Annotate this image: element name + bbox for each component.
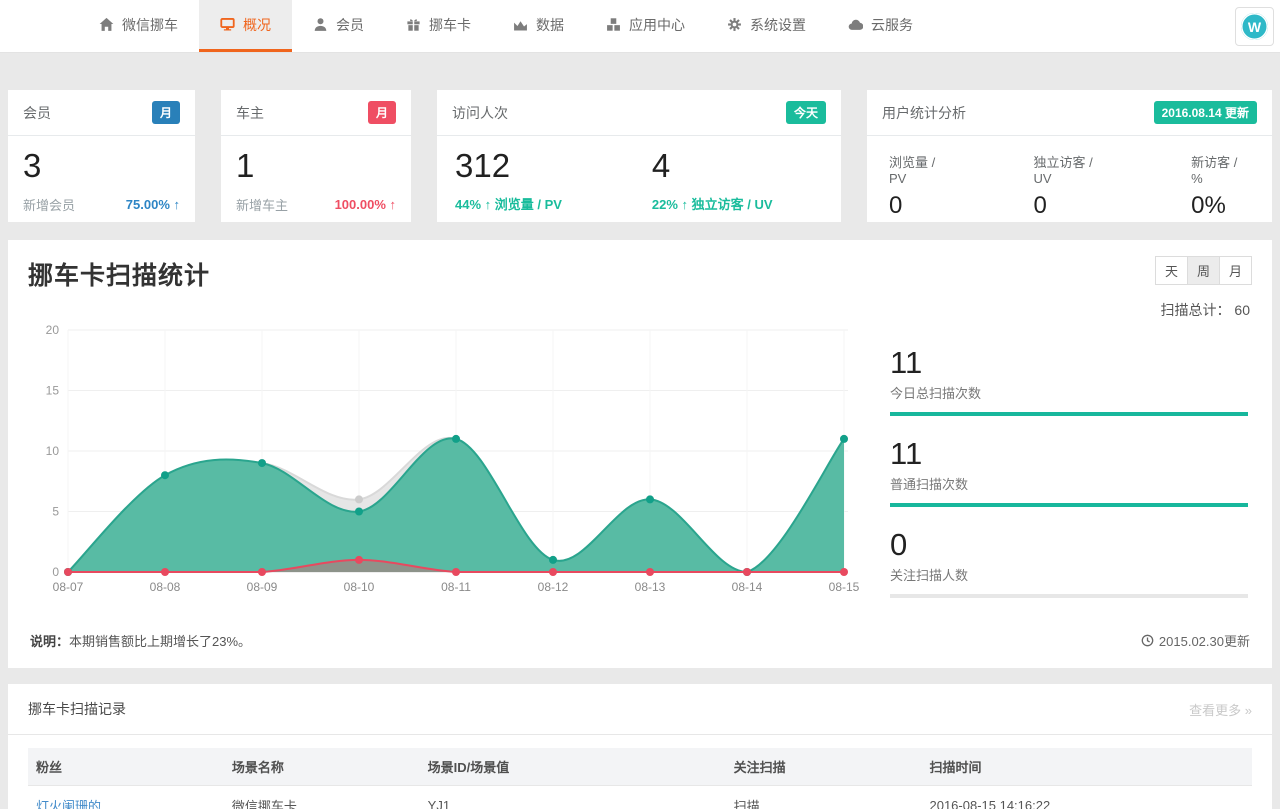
owners-card: 车主 月 1 新增车主 100.00% ↑ [221,90,411,222]
members-count: 3 [23,146,180,186]
account-logo-button[interactable]: W [1235,7,1274,46]
nav-item-label: 数据 [536,15,564,35]
svg-text:15: 15 [46,384,60,398]
table-row: 灯火阑珊的 微信挪车卡 YJ1 扫描 2016-08-15 14:16:22 [28,786,1252,809]
chart-area-icon [513,17,528,32]
range-week-button[interactable]: 周 [1187,256,1220,285]
cubes-icon [606,17,621,32]
panel-title: 挪车卡扫描统计 [28,256,210,292]
gear-icon [727,17,742,32]
svg-text:08-13: 08-13 [635,580,666,594]
owners-label: 新增车主 [236,195,288,214]
uv-count: 4 [652,146,773,186]
card-title: 会员 [23,103,51,123]
stat-cards-row: 会员 月 3 新增会员 75.00% ↑ 车主 月 1 新增车主 100.00%… [8,90,1272,222]
nav-item-app-center[interactable]: 应用中心 [585,0,706,52]
scan-records-panel: 挪车卡扫描记录 查看更多 » 粉丝 场景名称 场景ID/场景值 关注扫描 扫描时… [8,684,1272,809]
card-title: 访问人次 [452,103,508,123]
user-analytics-card: 用户统计分析 2016.08.14 更新 浏览量 / PV 0 独立访客 / U… [867,90,1272,222]
chart-note: 说明：本期销售额比上期增长了23%。 [30,631,251,650]
monitor-icon [220,17,235,32]
svg-text:08-10: 08-10 [344,580,375,594]
range-month-button[interactable]: 月 [1219,256,1252,285]
nav-item-members[interactable]: 会员 [292,0,385,52]
members-percent: 75.00% ↑ [126,197,180,212]
user-icon [313,17,328,32]
records-title: 挪车卡扫描记录 [28,699,126,719]
svg-text:08-12: 08-12 [538,580,569,594]
svg-text:08-14: 08-14 [732,580,763,594]
period-badge: 月 [152,101,180,124]
nav-item-label: 会员 [336,15,364,35]
home-icon [99,17,114,32]
nav-item-label: 概况 [243,15,271,35]
nav-item-overview[interactable]: 概况 [199,0,292,52]
nav-item-settings[interactable]: 系统设置 [706,0,827,52]
svg-text:5: 5 [52,505,59,519]
updated-badge: 2016.08.14 更新 [1154,101,1257,124]
pv-label: 44% ↑ 浏览量 / PV [455,194,562,213]
cloud-icon [848,17,863,32]
svg-text:20: 20 [46,323,60,337]
svg-text:0: 0 [52,565,59,579]
fan-link[interactable]: 灯火阑珊的 [28,786,224,809]
nav-item-label: 系统设置 [750,15,806,35]
range-day-button[interactable]: 天 [1155,256,1188,285]
progress-bar [890,412,1248,416]
svg-text:08-11: 08-11 [441,580,471,594]
normal-scans: 11 普通扫描次数 [890,437,1248,507]
table-header-row: 粉丝 场景名称 场景ID/场景值 关注扫描 扫描时间 [28,748,1252,786]
progress-bar [890,503,1248,507]
follow-scans: 0 关注扫描人数 [890,528,1248,598]
clock-icon [1141,634,1154,647]
nav-item-label: 应用中心 [629,15,685,35]
scan-total: 扫描总计： 60 [30,300,1250,320]
visits-card: 访问人次 今天 312 44% ↑ 浏览量 / PV 4 22% ↑ 独立访客 … [437,90,841,222]
scan-stats-panel: 挪车卡扫描统计 天 周 月 扫描总计： 60 0 5 10 15 20 08-07 08-0… [8,240,1272,668]
nav-item-label: 挪车卡 [429,15,471,35]
nav-item-label: 云服务 [871,15,913,35]
nav-item-label: 微信挪车 [122,15,178,35]
owners-percent: 100.00% ↑ [335,197,396,212]
svg-text:08-08: 08-08 [150,580,181,594]
scan-side-stats: 11 今日总扫描次数 11 普通扫描次数 0 关注扫描人数 [866,322,1252,619]
gift-icon [406,17,421,32]
chart-updated: 2015.02.30更新 [1141,631,1250,650]
range-switcher: 天 周 月 [1156,256,1252,285]
top-nav: 微信挪车 概况 会员 挪车卡 数据 应用中心 系统设置 [0,0,1280,53]
svg-text:08-07: 08-07 [53,580,84,594]
nav-item-home[interactable]: 微信挪车 [78,0,199,52]
card-title: 用户统计分析 [882,103,966,123]
card-title: 车主 [236,103,264,123]
uv-stat: 4 22% ↑ 独立访客 / UV [652,146,773,213]
nav-item-car-card[interactable]: 挪车卡 [385,0,492,52]
pv-count: 312 [455,146,562,186]
uv-label: 22% ↑ 独立访客 / UV [652,194,773,213]
members-card: 会员 月 3 新增会员 75.00% ↑ [8,90,195,222]
svg-text:10: 10 [46,444,60,458]
svg-text:08-15: 08-15 [829,580,860,594]
nav-item-data[interactable]: 数据 [492,0,585,52]
brand-logo-icon: W [1241,13,1268,40]
progress-bar [890,594,1248,598]
view-more-link[interactable]: 查看更多 » [1189,700,1252,719]
pv-stat: 312 44% ↑ 浏览量 / PV [455,146,562,213]
analytics-uv: 独立访客 / UV 0 [1033,152,1111,220]
today-badge: 今天 [786,101,826,124]
today-total-scans: 11 今日总扫描次数 [890,346,1248,416]
owners-count: 1 [236,146,396,186]
members-label: 新增会员 [23,195,75,214]
period-badge: 月 [368,101,396,124]
scan-records-table: 粉丝 场景名称 场景ID/场景值 关注扫描 扫描时间 灯火阑珊的 微信挪车卡 Y… [28,748,1252,809]
svg-text:08-09: 08-09 [247,580,278,594]
scan-chart: 0 5 10 15 20 08-07 08-08 08-09 08-10 08-11 08-12 08… [28,322,866,619]
nav-item-cloud[interactable]: 云服务 [827,0,934,52]
analytics-new: 新访客 / % 0% [1191,152,1250,220]
analytics-pv: 浏览量 / PV 0 [889,152,953,220]
